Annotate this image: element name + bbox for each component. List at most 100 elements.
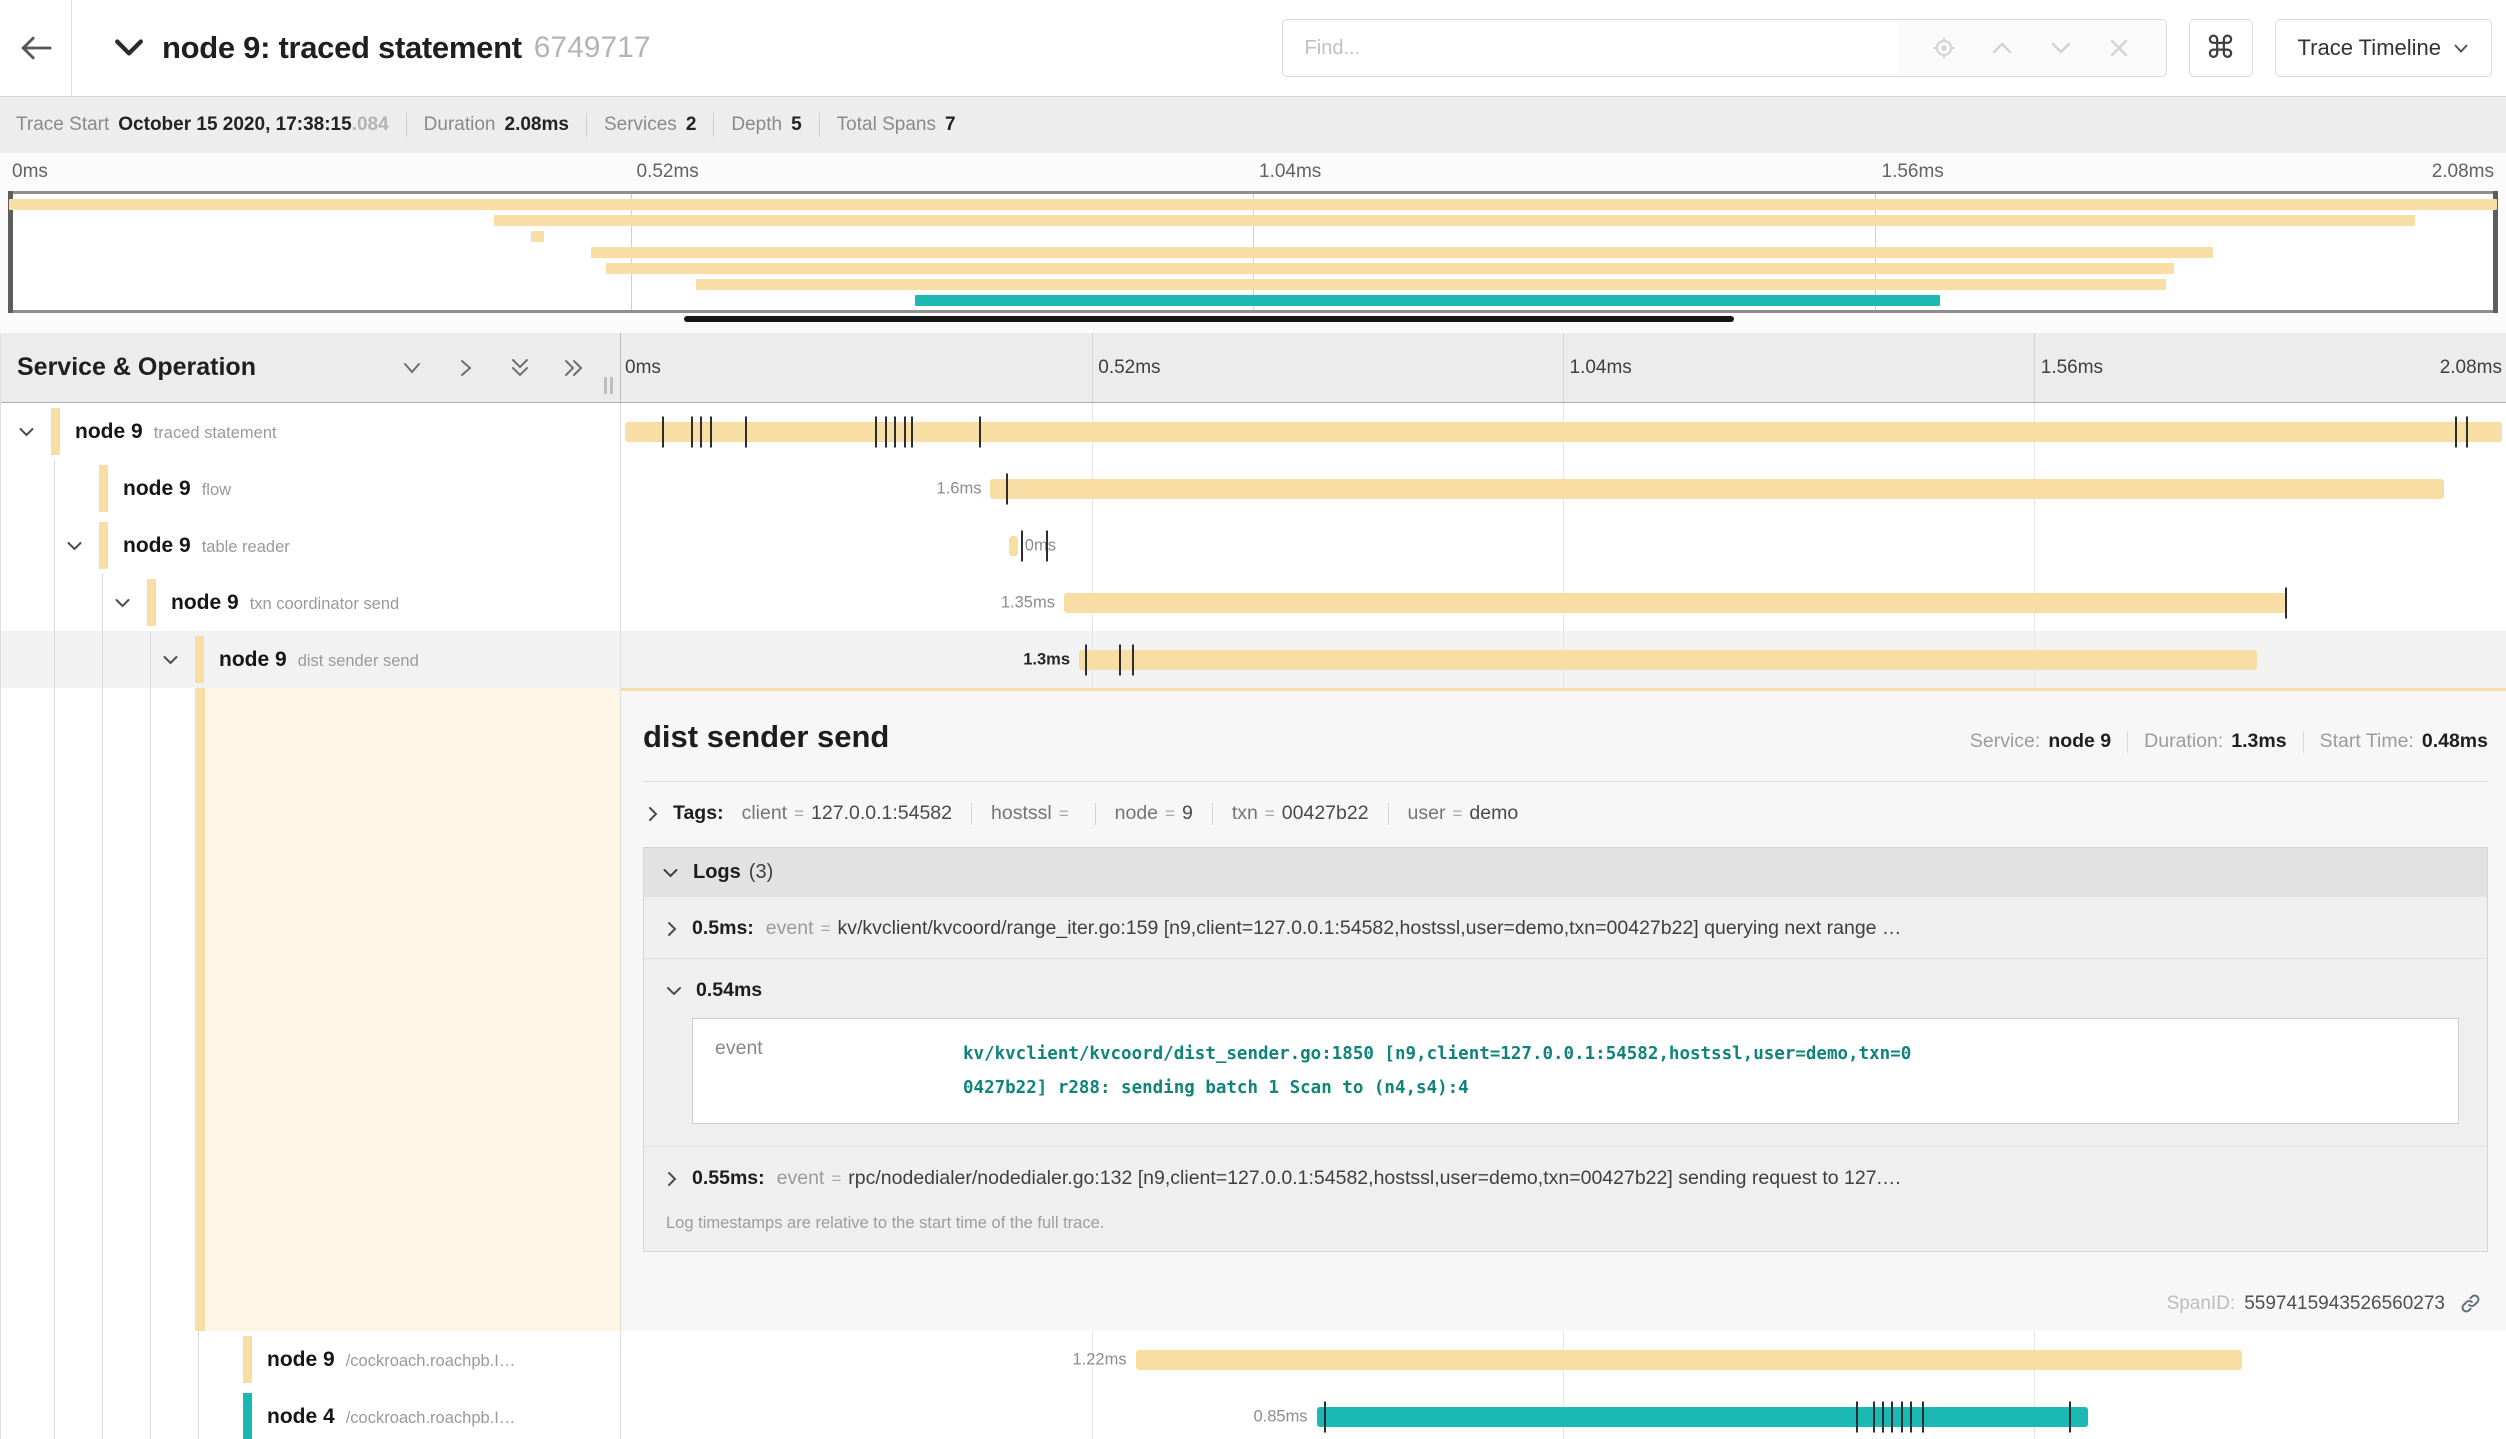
span-bar[interactable] [1064, 593, 2287, 613]
log-marker-tick [911, 416, 913, 447]
duration-label: Duration: [2144, 730, 2223, 753]
operation-name: dist sender send [298, 652, 419, 671]
span-bar[interactable] [1009, 536, 1017, 556]
log-marker-tick [2069, 1401, 2071, 1432]
log-entry-row[interactable]: 0.54ms [666, 979, 2469, 1002]
span-detail-tint [205, 688, 620, 1331]
span-timeline-cell: 1.22ms [621, 1331, 2506, 1388]
span-name-cell[interactable]: node 9flow [1, 460, 621, 517]
log-marker-tick [1006, 473, 1008, 504]
expand-collapse-chevron-icon[interactable] [18, 426, 35, 438]
span-bar[interactable] [625, 422, 2502, 442]
log-value: kv/kvclient/kvcoord/range_iter.go:159 [n… [837, 917, 1901, 940]
span-name-cell[interactable]: node 4/cockroach.roachpb.I… [1, 1388, 621, 1439]
log-key: event [715, 1037, 963, 1105]
log-value-monospace: kv/kvclient/kvcoord/dist_sender.go:1850 … [963, 1037, 1913, 1105]
log-marker-tick [1021, 530, 1023, 561]
span-id-value: 5597415943526560273 [2244, 1293, 2445, 1315]
axis-tick-label: 0.52ms [1098, 357, 1160, 379]
trace-title-area: node 9: traced statement 6749717 [72, 30, 1282, 66]
span-bar[interactable] [1079, 650, 2257, 670]
service-color-strip [99, 465, 108, 512]
find-input[interactable] [1283, 20, 1898, 76]
collapse-trace-chevron-icon[interactable] [114, 38, 144, 58]
log-marker-tick [2285, 587, 2287, 618]
expand-one-icon[interactable] [454, 356, 478, 380]
span-name-cell[interactable]: node 9 table reader [1, 517, 621, 574]
service-name: node 4 [267, 1405, 335, 1429]
trace-view-dropdown[interactable]: Trace Timeline [2275, 19, 2492, 77]
locate-icon[interactable] [1932, 36, 1956, 60]
next-result-icon[interactable] [2049, 36, 2073, 60]
trace-minimap: 0ms0.52ms1.04ms1.56ms2.08ms [0, 153, 2506, 333]
log-marker-tick [710, 416, 712, 447]
operation-name: table reader [202, 538, 290, 557]
column-resizer-handle[interactable] [604, 377, 613, 394]
summary-item: Depth5 [731, 114, 801, 136]
service-color-strip [51, 408, 60, 455]
service-color-strip [243, 1336, 252, 1383]
clear-search-icon[interactable] [2107, 36, 2131, 60]
span-bar[interactable] [990, 479, 2443, 499]
expand-all-icon[interactable] [562, 356, 586, 380]
minimap-canvas[interactable] [8, 191, 2498, 313]
expand-collapse-chevron-icon[interactable] [66, 540, 83, 552]
logs-title: Logs [693, 861, 741, 884]
back-button[interactable] [0, 0, 72, 96]
collapse-one-icon[interactable] [400, 356, 424, 380]
minimap-span-bar [591, 247, 2213, 258]
axis-tick-label: 0ms [625, 357, 661, 379]
span-duration-label: 1.22ms [1072, 1350, 1126, 1369]
operation-name: traced statement [154, 424, 277, 443]
timeline-section: Service & Operation 0ms0.52ms1.04ms1.56m… [0, 333, 2506, 1439]
collapse-all-icon[interactable] [508, 356, 532, 380]
span-duration-label: 0.85ms [1253, 1407, 1307, 1426]
axis-tick-label: 2.08ms [2432, 161, 2494, 183]
log-marker-tick [1891, 1401, 1893, 1432]
axis-tick-label: 0ms [12, 161, 48, 183]
trace-summary-bar: Trace StartOctober 15 2020, 17:38:15.084… [0, 97, 2506, 153]
prev-result-icon[interactable] [1990, 36, 2014, 60]
span-name-cell[interactable]: node 9traced statement [1, 403, 621, 460]
tags-accordion[interactable]: Tags: client=127.0.0.1:54582hostssl=node… [643, 802, 2488, 825]
axis-tick-label: 2.08ms [2440, 357, 2502, 379]
span-duration-label: 0ms [1025, 536, 1056, 555]
find-group [1282, 19, 2167, 77]
service-name: node 9 [171, 591, 239, 615]
start-time-value: 0.48ms [2422, 730, 2488, 753]
span-duration-label: 1.35ms [1001, 593, 1055, 612]
log-entry-row[interactable]: 0.55ms: event = rpc/nodedialer/nodediale… [666, 1167, 2469, 1190]
minimap-span-bar [606, 263, 2173, 274]
log-entry: 0.5ms: event = kv/kvclient/kvcoord/range… [644, 897, 2487, 958]
log-marker-tick [745, 416, 747, 447]
tree-controls [400, 356, 586, 380]
log-entry-row[interactable]: 0.5ms: event = kv/kvclient/kvcoord/range… [666, 917, 2469, 940]
timeline-axis-header: 0ms0.52ms1.04ms1.56ms2.08ms [621, 333, 2506, 402]
span-name-cell[interactable]: node 9txn coordinator send [1, 574, 621, 631]
keyboard-shortcuts-button[interactable]: ⌘ [2189, 19, 2253, 77]
service-name: node 9 [123, 534, 191, 558]
table-row: node 9txn coordinator send 1.35ms [1, 574, 2506, 631]
span-detail-left-gutter [1, 688, 621, 1331]
table-row: node 4/cockroach.roachpb.I… 0.85ms [1, 1388, 2506, 1439]
span-timeline-cell: 0ms [621, 517, 2506, 574]
span-bar[interactable] [1136, 1350, 2242, 1370]
span-name-cell[interactable]: node 9/cockroach.roachpb.I… [1, 1331, 621, 1388]
span-duration-label: 1.6ms [937, 479, 982, 498]
span-name-cell[interactable]: node 9dist sender send [1, 631, 621, 688]
log-key-values-table: event kv/kvclient/kvcoord/dist_sender.go… [692, 1018, 2459, 1124]
span-bar[interactable] [1317, 1407, 2088, 1427]
deep-link-icon[interactable] [2459, 1292, 2482, 1315]
service-color-strip [195, 636, 204, 683]
chevron-down-icon [662, 867, 679, 879]
summary-item: Trace StartOctober 15 2020, 17:38:15.084 [16, 114, 389, 136]
logs-header[interactable]: Logs (3) [644, 848, 2487, 897]
minimap-tick-labels: 0ms0.52ms1.04ms1.56ms2.08ms [8, 161, 2498, 187]
expand-collapse-chevron-icon[interactable] [162, 654, 179, 666]
minimap-scrollbar[interactable] [684, 316, 1734, 322]
tags-list: client=127.0.0.1:54582hostssl=node=9txn=… [742, 802, 1519, 825]
page-title: node 9: traced statement [162, 30, 522, 66]
expand-collapse-chevron-icon[interactable] [114, 597, 131, 609]
axis-tick-label: 1.56ms [2041, 357, 2103, 379]
axis-tick-label: 1.04ms [1259, 161, 1321, 183]
